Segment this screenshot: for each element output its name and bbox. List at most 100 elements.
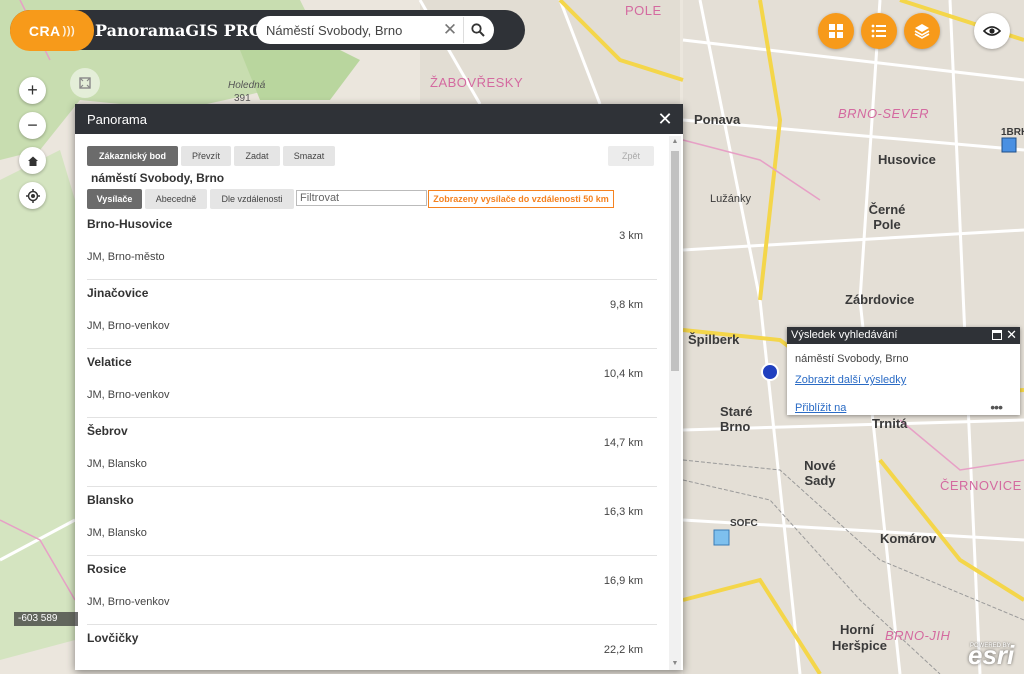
take-over-button[interactable]: Převzít [181, 146, 231, 166]
map-label-brno-jih: BRNO-JIH [885, 628, 951, 643]
search-box: ✕ [256, 16, 494, 44]
search-result-popup: Výsledek vyhledávání ✕ náměstí Svobody, … [787, 327, 1020, 415]
transmitter-name: Rosice [87, 562, 127, 576]
locate-button[interactable] [19, 182, 46, 209]
scroll-thumb[interactable] [671, 151, 679, 371]
list-item[interactable]: Velatice 10,4 km JM, Brno-venkov [87, 349, 657, 418]
zoom-out-icon: − [27, 115, 38, 135]
result-text: náměstí Svobody, Brno [795, 353, 909, 365]
home-button[interactable] [19, 147, 46, 174]
tab-alphabetical[interactable]: Abecedně [145, 189, 207, 209]
search-input[interactable] [266, 20, 436, 40]
scroll-up-icon[interactable]: ▲ [671, 138, 679, 146]
transmitter-region: JM, Brno-venkov [87, 389, 170, 401]
logo-wave-icon: ))) [62, 24, 76, 37]
customer-point-button[interactable]: Zákaznický bod [87, 146, 178, 166]
list-scrollbar[interactable]: ▲ ▼ [669, 136, 681, 670]
legend-button[interactable] [861, 13, 897, 49]
layers-icon [914, 24, 930, 39]
map-label-trnita: Trnitá [872, 416, 908, 431]
list-item[interactable]: Blansko 16,3 km JM, Blansko [87, 487, 657, 556]
tab-transmitters[interactable]: Vysílače [87, 189, 142, 209]
search-button[interactable] [463, 17, 491, 43]
map-label-cerne-pole: Černé Pole [868, 202, 906, 232]
close-icon[interactable]: ✕ [1006, 327, 1017, 343]
panorama-tool-button[interactable] [70, 68, 100, 98]
app-title: PanoramaGIS PROD [95, 21, 277, 40]
search-icon [470, 23, 485, 37]
eye-icon [983, 26, 1001, 36]
transmitter-distance: 9,8 km [609, 299, 643, 311]
map-label-zabrdovice: Zábrdovice [845, 292, 915, 307]
transmitter-region: JM, Brno-město [87, 251, 165, 263]
transmitter-name: Velatice [87, 355, 132, 369]
map-label-sofc: SOFC [730, 518, 758, 529]
map-label-ponava: Ponava [694, 112, 741, 127]
zoom-out-button[interactable]: − [19, 112, 46, 139]
map-label-brno-sever: BRNO-SEVER [838, 106, 929, 121]
layers-button[interactable] [904, 13, 940, 49]
enter-button[interactable]: Zadat [234, 146, 280, 166]
grid-icon [829, 24, 843, 38]
panorama-panel: Panorama ✕ Zákaznický bod Převzít Zadat … [75, 104, 683, 670]
transmitter-region: JM, Blansko [87, 458, 147, 470]
transmitter-region: JM, Brno-venkov [87, 596, 170, 608]
close-icon[interactable]: ✕ [655, 108, 675, 130]
transmitter-distance: 22,2 km [603, 644, 643, 656]
visibility-button[interactable] [974, 13, 1010, 49]
back-button[interactable]: Zpět [608, 146, 654, 166]
zoom-in-icon: + [27, 80, 38, 100]
esri-logo: esri [968, 640, 1015, 670]
list-item[interactable]: Rosice 16,9 km JM, Brno-venkov [87, 556, 657, 625]
show-more-results-link[interactable]: Zobrazit další výsledky [795, 374, 906, 386]
more-options-icon[interactable]: ••• [990, 399, 1003, 415]
map-label-nove-sady: Nové Sady [804, 458, 836, 488]
transmitter-region: JM, Blansko [87, 527, 147, 539]
map-label-1brh: 1BRH [1001, 127, 1024, 138]
map-label-holedna-elevation: 391 [234, 93, 251, 104]
tab-by-distance[interactable]: Dle vzdálenosti [210, 189, 294, 209]
map-label-holedna: Holedná [228, 80, 266, 91]
top-bar: CRA))) PanoramaGIS PROD ✕ [10, 10, 525, 51]
panel-title: Panorama [87, 112, 147, 127]
transmitter-distance: 3 km [619, 230, 643, 242]
result-header: Výsledek vyhledávání ✕ [787, 327, 1020, 344]
list-item[interactable]: Jinačovice 9,8 km JM, Brno-venkov [87, 280, 657, 349]
list-icon [871, 24, 886, 38]
delete-button[interactable]: Smazat [283, 146, 335, 166]
zoom-in-button[interactable]: + [19, 77, 46, 104]
panel-header: Panorama ✕ [75, 104, 683, 134]
scroll-down-icon[interactable]: ▼ [671, 660, 679, 668]
clear-search-icon[interactable]: ✕ [440, 20, 460, 40]
transmitter-distance: 16,3 km [603, 506, 643, 518]
map-label-pole: POLE [625, 3, 662, 18]
map-label-komarov: Komárov [880, 531, 937, 546]
locate-icon [25, 188, 40, 203]
map-label-spilberk: Špilberk [688, 332, 740, 347]
filter-input[interactable] [296, 190, 427, 206]
transmitter-name: Šebrov [87, 424, 128, 438]
map-label-stare-brno: Staré Brno [720, 404, 753, 434]
list-item[interactable]: Lovčičky 22,2 km [87, 625, 657, 670]
logo-text: CRA [28, 22, 61, 39]
map-label-luzanky: Lužánky [710, 193, 751, 205]
transmitter-name: Lovčičky [87, 631, 139, 645]
panorama-icon [79, 77, 91, 89]
list-item[interactable]: Šebrov 14,7 km JM, Blansko [87, 418, 657, 487]
transmitter-name: Brno-Husovice [87, 217, 173, 231]
zoom-to-link[interactable]: Přiblížit na [795, 402, 846, 414]
list-item[interactable]: Brno-Husovice 3 km JM, Brno-město [87, 211, 657, 280]
basemap-gallery-button[interactable] [818, 13, 854, 49]
cra-logo[interactable]: CRA))) [10, 10, 94, 51]
distance-info-badge: Zobrazeny vysílače do vzdálenosti 50 km [428, 190, 614, 208]
maximize-icon[interactable] [992, 330, 1002, 340]
map-label-zabovresky: ŽABOVŘESKY [430, 75, 524, 90]
transmitter-list: Brno-Husovice 3 km JM, Brno-město Jinačo… [75, 211, 669, 670]
transmitter-distance: 10,4 km [603, 368, 643, 380]
point-name: náměstí Svobody, Brno [91, 171, 225, 185]
transmitter-name: Blansko [87, 493, 134, 507]
coordinates-readout: -603 589 [14, 612, 78, 626]
transmitter-region: JM, Brno-venkov [87, 320, 170, 332]
home-icon [27, 156, 38, 166]
transmitter-name: Jinačovice [87, 286, 149, 300]
